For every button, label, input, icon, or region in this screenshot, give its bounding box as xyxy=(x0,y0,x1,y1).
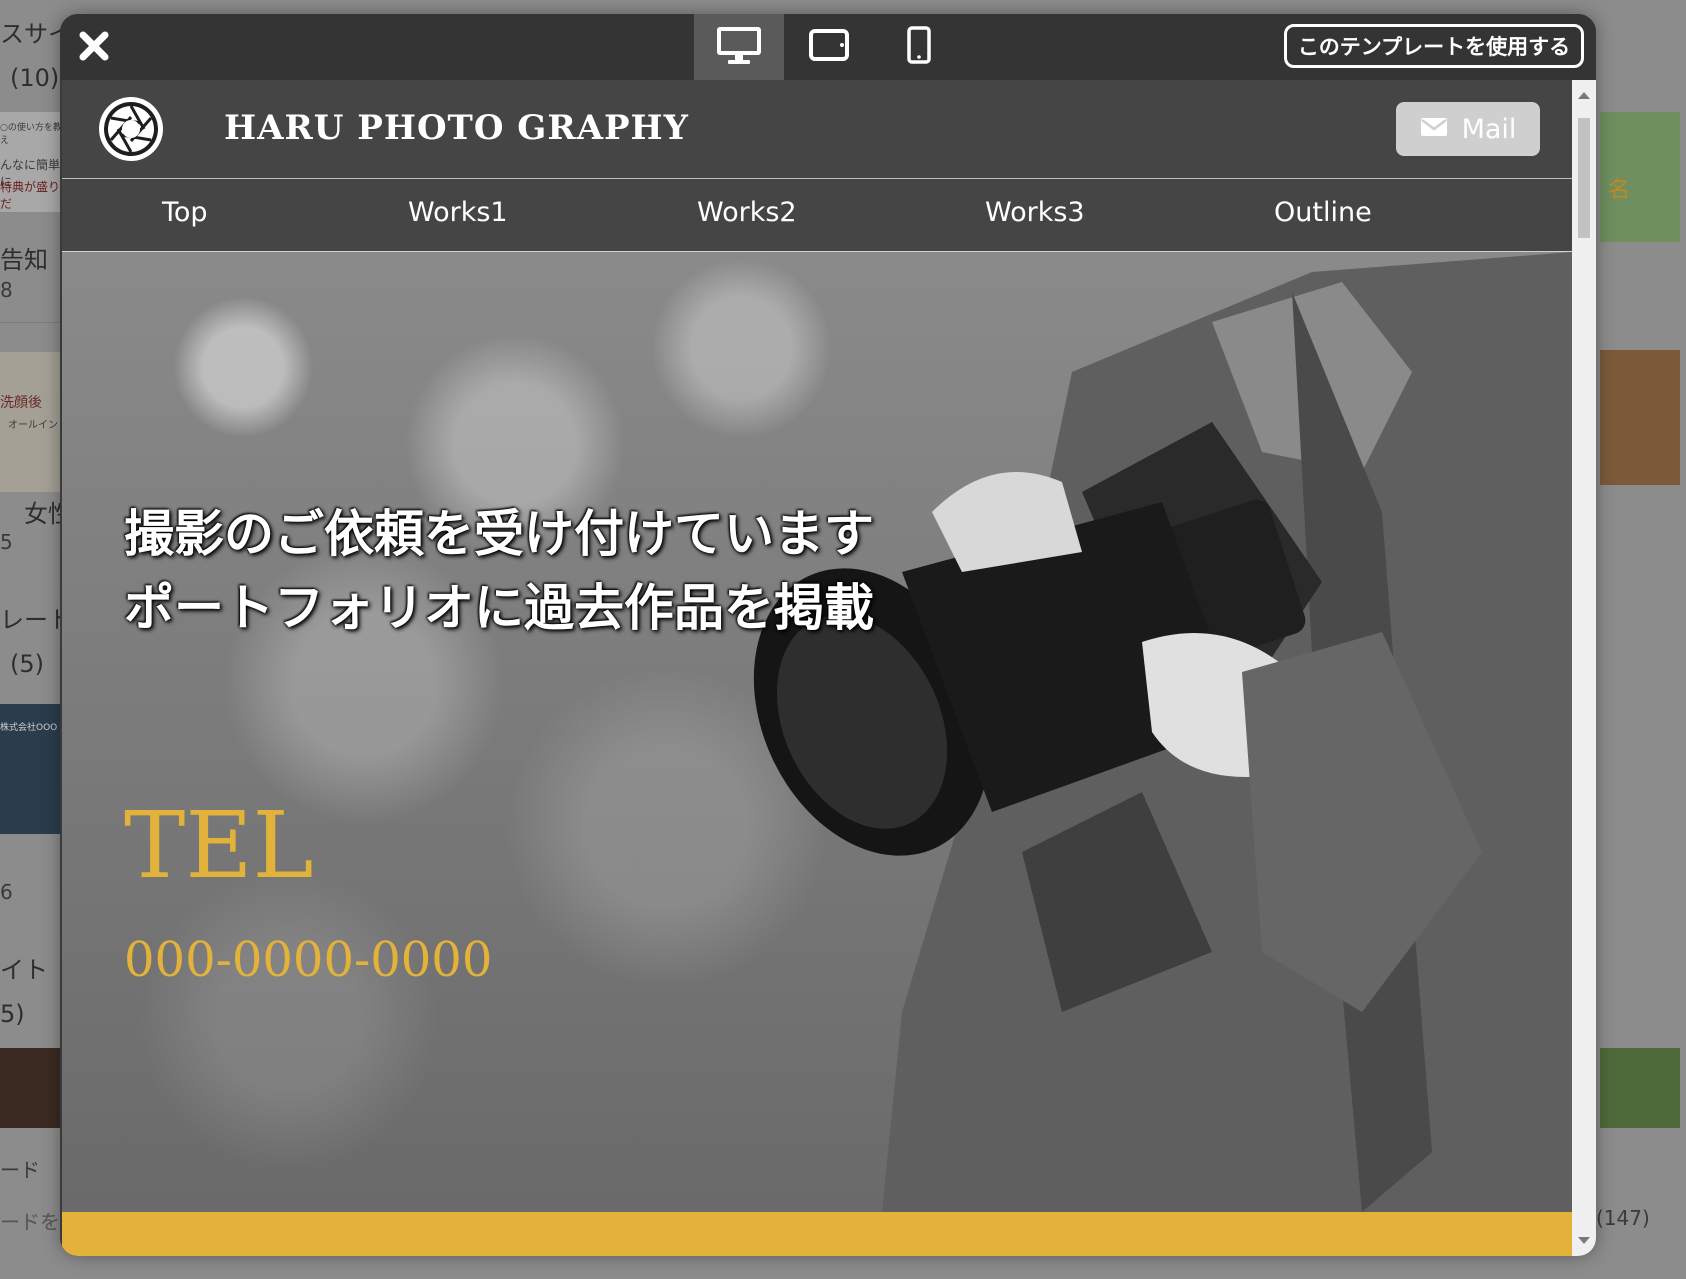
bg-divider xyxy=(0,322,62,323)
monitor-icon xyxy=(715,25,763,69)
device-desktop-button[interactable] xyxy=(694,14,784,80)
scroll-up-arrow-icon[interactable] xyxy=(1578,92,1590,99)
preview-toolbar: このテンプレートを使用する xyxy=(60,14,1596,80)
nav-item-works2[interactable]: Works2 xyxy=(697,197,797,228)
mail-button-label: Mail xyxy=(1461,113,1517,145)
bg-label: ード xyxy=(0,1158,40,1182)
scroll-thumb[interactable] xyxy=(1578,118,1590,238)
bg-count: (147) xyxy=(1596,1206,1650,1230)
tablet-icon xyxy=(809,29,849,65)
site-title[interactable]: HARU PHOTO GRAPHY xyxy=(224,108,689,148)
device-mobile-button[interactable] xyxy=(874,14,964,80)
site-header: HARU PHOTO GRAPHY Mail xyxy=(62,80,1572,179)
bg-category-count: 5) xyxy=(0,1000,25,1028)
camera-aperture-icon[interactable] xyxy=(96,94,166,164)
bg-search-placeholder: ードを xyxy=(0,1210,60,1234)
scroll-down-arrow-icon[interactable] xyxy=(1578,1237,1590,1244)
mail-button[interactable]: Mail xyxy=(1396,102,1540,156)
bg-thumbnail: 株式会社OOO xyxy=(0,704,62,834)
bg-category-count: (5) xyxy=(10,650,44,678)
nav-item-works3[interactable]: Works3 xyxy=(985,197,1085,228)
bg-thumbnail: 名 xyxy=(1600,112,1680,242)
bg-item-count: 5 xyxy=(0,530,13,554)
preview-scrollbar[interactable] xyxy=(1572,80,1596,1256)
envelope-icon xyxy=(1420,114,1448,145)
preview-viewport[interactable]: HARU PHOTO GRAPHY Mail Top Works1 Works2… xyxy=(62,80,1572,1256)
smartphone-icon xyxy=(907,26,931,68)
site-nav: Top Works1 Works2 Works3 Outline xyxy=(62,179,1572,252)
bg-category-count: (10) xyxy=(10,64,60,92)
use-template-button[interactable]: このテンプレートを使用する xyxy=(1284,24,1584,68)
bg-category-title: イト xyxy=(0,956,48,984)
bg-thumbnail: ○の使い方を教え んなに簡単に 特典が盛りだ xyxy=(0,112,62,212)
nav-item-works1[interactable]: Works1 xyxy=(408,197,508,228)
tel-label: TEL xyxy=(124,792,314,899)
hero-headline-2: ポートフォリオに過去作品を掲載 xyxy=(124,578,874,637)
photographer-photo xyxy=(753,252,1572,1212)
bg-thumbnail xyxy=(0,1048,62,1128)
bg-thumbnail xyxy=(1600,1048,1680,1128)
hero-headline-1: 撮影のご依頼を受け付けています xyxy=(124,504,874,563)
hero-section: 撮影のご依頼を受け付けています ポートフォリオに過去作品を掲載 TEL 000-… xyxy=(62,252,1572,1212)
close-x-icon[interactable] xyxy=(76,28,112,64)
gold-footer-bar xyxy=(62,1212,1572,1256)
bg-item-count: 8 xyxy=(0,278,13,302)
bg-item-count: 6 xyxy=(0,880,13,904)
nav-item-outline[interactable]: Outline xyxy=(1274,197,1372,228)
nav-item-top[interactable]: Top xyxy=(162,197,208,228)
bg-thumbnail xyxy=(1600,350,1680,485)
bg-thumbnail: 洗顔後 オールイン xyxy=(0,352,62,492)
device-tablet-button[interactable] xyxy=(784,14,874,80)
bg-item-title: 告知 xyxy=(0,246,48,274)
template-preview-modal: このテンプレートを使用する HARU PHOTO GRAPHY Mail Top… xyxy=(60,14,1596,1256)
tel-number[interactable]: 000-0000-0000 xyxy=(124,932,492,988)
